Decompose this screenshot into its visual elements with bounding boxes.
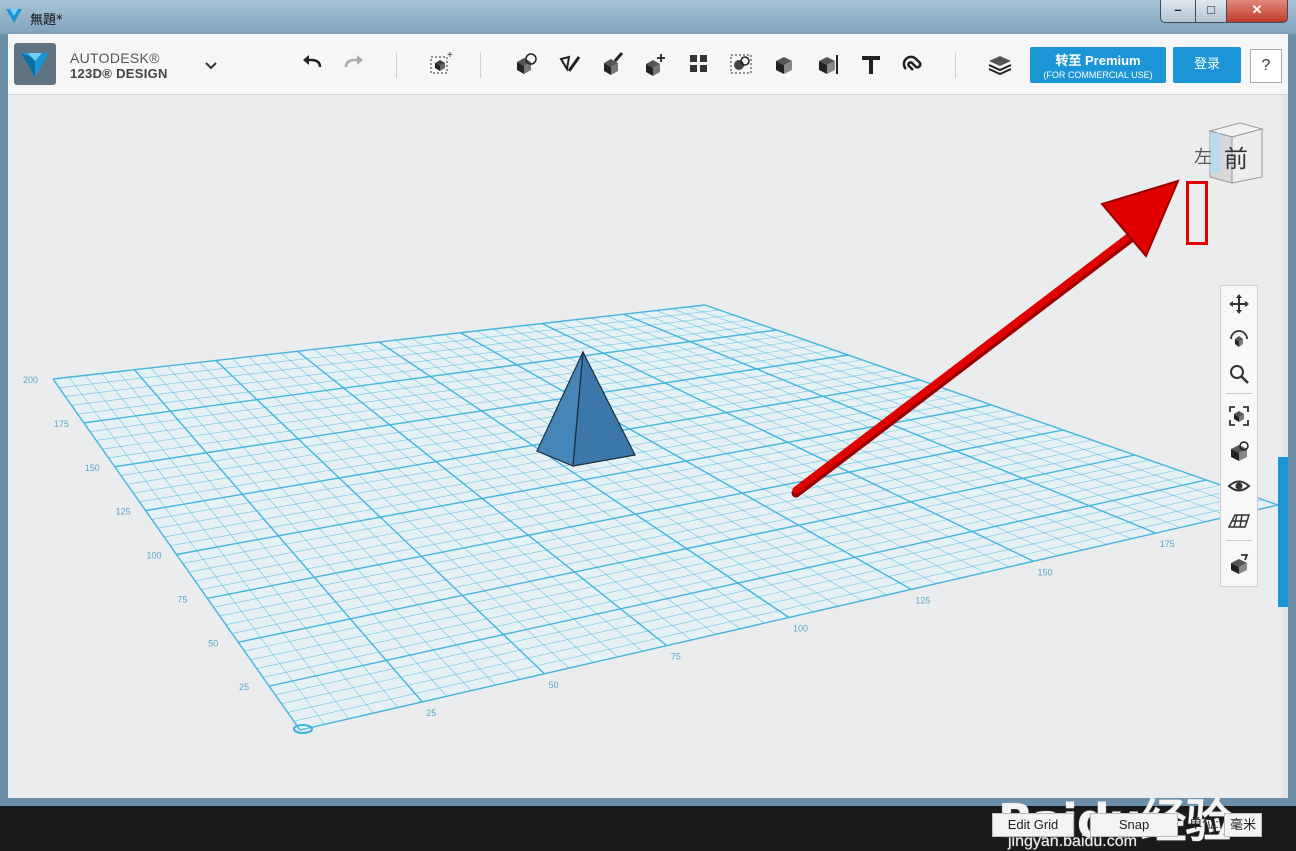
minimize-button[interactable]: – [1160,0,1196,23]
title-bar: 無題* – □ ✕ [0,0,1296,34]
grid-tick-label: 200 [23,375,38,385]
construct-icon [604,52,624,75]
grid-toggle-button[interactable] [1227,509,1251,533]
app-logo[interactable] [14,43,56,85]
window-title: 無題* [30,13,63,28]
pan-button[interactable] [1227,292,1251,316]
material-display-button[interactable] [1227,551,1251,575]
grid-tick-label: 50 [208,638,218,648]
app-client: AUTODESK® 123D® DESIGN + 转至 Premium (FOR… [8,34,1288,850]
text-icon [862,56,880,74]
measure-button[interactable] [813,49,843,79]
materials-icon [988,56,1012,76]
premium-button[interactable]: 转至 Premium (FOR COMMERCIAL USE) [1030,47,1166,83]
chevron-down-icon[interactable] [204,58,218,72]
undo-button[interactable] [298,49,328,79]
svg-text:+: + [447,50,453,61]
grid-tick-label: 125 [915,595,930,605]
visibility-button[interactable] [1227,474,1251,498]
grid-tick-label: 125 [116,507,131,517]
grouping-icon [730,54,752,74]
grid-tick-label: 75 [671,652,681,662]
grid-tick-label: 150 [1038,567,1053,577]
main-toolbar: AUTODESK® 123D® DESIGN + 转至 Premium (FOR… [8,34,1288,95]
toolbar-separator [396,52,397,78]
eye-icon [1227,480,1251,492]
redo-icon [344,55,363,68]
workplane-surface [53,305,1278,730]
vertical-scrollbar[interactable] [1282,95,1288,798]
maximize-button[interactable]: □ [1195,0,1227,23]
undo-icon [303,55,322,68]
grid-tick-label: 175 [1160,539,1175,549]
orbit-button[interactable] [1227,327,1251,351]
new-object-icon: + [430,50,453,74]
grid-tick-label: 100 [147,551,162,561]
pattern-icon [690,55,707,72]
grid-icon [1227,514,1251,528]
navigation-bar [1220,285,1258,587]
toolbar-separator [480,52,481,78]
construct-button[interactable] [598,49,628,79]
snap-button[interactable] [898,49,928,79]
units-dropdown[interactable]: 毫米 [1224,813,1262,837]
help-button[interactable]: ? [1250,49,1282,83]
viewcube-left-label: 左 [1194,147,1212,168]
app-window: 無題* – □ ✕ AUTODESK® 123D® DESIGN + 转至 Pr… [0,0,1296,850]
material-icon [1231,554,1249,574]
magnifier-icon [1230,365,1249,384]
edit-grid-button[interactable]: Edit Grid [992,813,1074,837]
primitives-icon [517,53,537,74]
annotation-highlight-box [1186,181,1208,245]
3d-viewport[interactable]: 200 175 150 125 100 75 50 25 25 50 75 100 125 150 175 … [8,95,1288,850]
brand-product: 123D® DESIGN [70,66,168,81]
modify-button[interactable] [641,49,671,79]
snap-dropdown[interactable]: Snap [1090,813,1178,837]
grid-tick-label: 25 [239,682,249,692]
units-label: 单位: [1189,816,1219,831]
sketch-button[interactable] [555,49,585,79]
login-button[interactable]: 登录 [1173,47,1241,83]
grid-tick-label: 150 [85,463,100,473]
new-object-button[interactable]: + [426,49,456,79]
primitives-button[interactable] [511,49,541,79]
measure-icon [819,55,838,74]
redo-button[interactable] [338,49,368,79]
perspective-button[interactable] [1227,439,1251,463]
grid-tick-label: 50 [549,680,559,690]
app-logo-icon [6,9,22,23]
orbit-icon [1230,330,1248,347]
close-button[interactable]: ✕ [1226,0,1288,23]
perspective-icon [1231,441,1249,461]
grid-tick-label: 175 [54,419,69,429]
pattern-button[interactable] [684,49,714,79]
combine-button[interactable] [770,49,800,79]
viewcube-front-label[interactable]: 前 [1224,139,1248,174]
materials-button[interactable] [985,49,1015,79]
modify-icon [646,54,665,76]
fit-icon [1229,406,1249,426]
grid-tick-label: 25 [426,708,436,718]
pan-icon [1229,294,1249,314]
fit-button[interactable] [1227,404,1251,428]
sketch-icon [559,55,581,72]
zoom-button[interactable] [1227,362,1251,386]
toolbar-separator [955,52,956,78]
side-panel-tab[interactable] [1278,457,1288,607]
brand-autodesk: AUTODESK® [70,50,160,66]
grid-tick-label: 75 [177,594,187,604]
text-button[interactable] [856,49,886,79]
grid-tick-label: 100 [793,624,808,634]
snap-icon [902,55,922,71]
grouping-button[interactable] [727,49,757,79]
workplane-grid: 200 175 150 125 100 75 50 25 25 50 75 100 125 150 175 [23,179,1279,734]
combine-icon [776,57,792,74]
